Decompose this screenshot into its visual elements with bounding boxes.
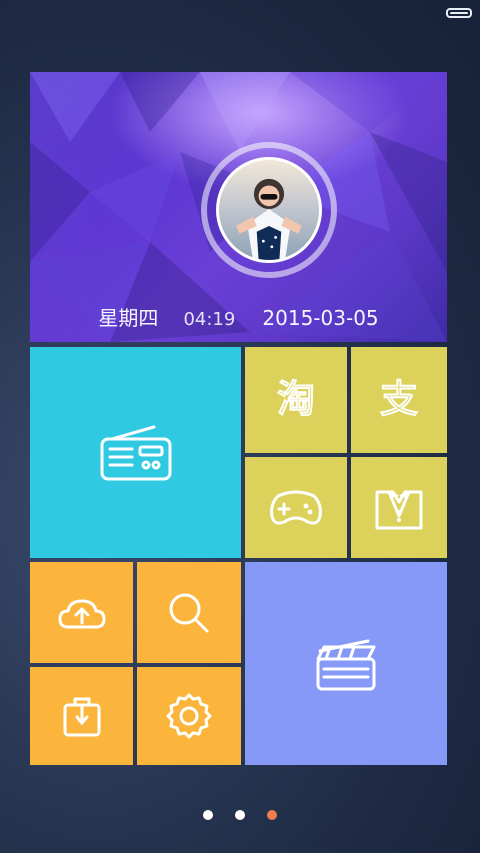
bag-tile[interactable] xyxy=(30,667,133,765)
suit-bowtie-icon xyxy=(375,489,423,529)
taobao-icon: 淘 xyxy=(276,376,316,422)
date-text: 2015-03-05 xyxy=(262,306,379,330)
user-avatar xyxy=(235,178,303,260)
search-tile[interactable] xyxy=(137,562,241,663)
page-indicator xyxy=(0,807,480,823)
suit-tile[interactable] xyxy=(351,457,447,558)
cloud-upload-tile[interactable] xyxy=(30,562,133,663)
avatar[interactable] xyxy=(216,157,322,263)
alipay-icon: 支 xyxy=(379,376,419,422)
date-time: 星期四 04:19 2015-03-05 xyxy=(30,302,447,331)
bag-icon xyxy=(63,697,100,737)
alipay-char: 支 xyxy=(380,377,418,421)
video-tile[interactable] xyxy=(245,562,447,765)
gear-icon xyxy=(166,693,212,739)
radio-tile[interactable] xyxy=(30,347,241,558)
battery-full-icon xyxy=(446,8,472,18)
game-tile[interactable] xyxy=(245,457,347,558)
radio-icon xyxy=(100,425,171,480)
alipay-tile[interactable]: 支 xyxy=(351,347,447,453)
page-dot-2[interactable] xyxy=(235,810,245,820)
taobao-char: 淘 xyxy=(277,377,315,421)
gamepad-icon xyxy=(270,490,322,525)
search-icon xyxy=(169,593,209,632)
profile-header: 星期四 04:19 2015-03-05 xyxy=(30,72,447,342)
cloud-upload-icon xyxy=(58,599,105,628)
weekday-text: 星期四 xyxy=(98,306,159,330)
page-dot-3-active[interactable] xyxy=(267,810,277,820)
page-dot-1[interactable] xyxy=(203,810,213,820)
taobao-tile[interactable]: 淘 xyxy=(245,347,347,453)
settings-tile[interactable] xyxy=(137,667,241,765)
time-text: 04:19 xyxy=(183,309,236,330)
clapperboard-icon xyxy=(316,639,376,690)
